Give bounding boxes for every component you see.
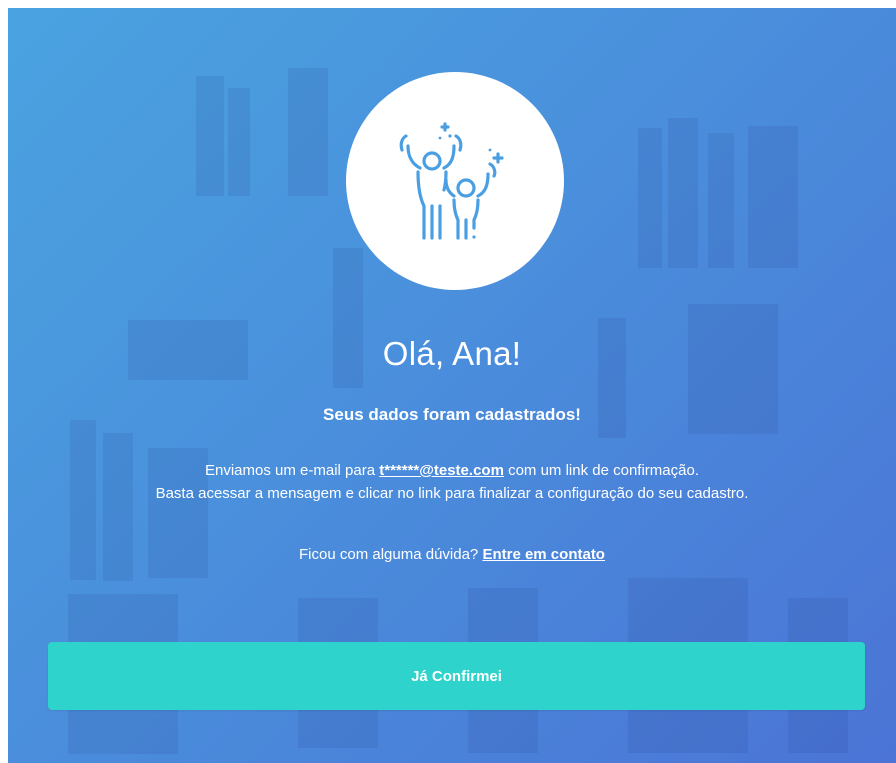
email-link[interactable]: t******@teste.com (379, 462, 504, 479)
confirmation-content: Olá, Ana! Seus dados foram cadastrados! … (8, 8, 896, 763)
help-text: Ficou com alguma dúvida? Entre em contat… (8, 546, 896, 563)
already-confirmed-button[interactable]: Já Confirmei (48, 642, 865, 710)
message-line-1-suffix: com um link de confirmação. (503, 462, 699, 479)
message-line-1: Enviamos um e-mail para t******@teste.co… (8, 459, 896, 482)
message-line-1-prefix: Enviamos um e-mail para (205, 462, 380, 479)
celebrating-parent-child-icon (399, 122, 504, 240)
contact-link[interactable]: Entre em contato (482, 546, 605, 563)
hero-illustration (346, 72, 564, 290)
greeting-title: Olá, Ana! (382, 335, 522, 372)
success-subtitle: Seus dados foram cadastrados! (323, 405, 581, 424)
confirmation-message: Enviamos um e-mail para t******@teste.co… (8, 459, 896, 505)
message-line-2: Basta acessar a mensagem e clicar no lin… (155, 485, 749, 502)
confirmation-panel: Olá, Ana! Seus dados foram cadastrados! … (8, 8, 896, 763)
help-prefix: Ficou com alguma dúvida? (299, 546, 483, 563)
